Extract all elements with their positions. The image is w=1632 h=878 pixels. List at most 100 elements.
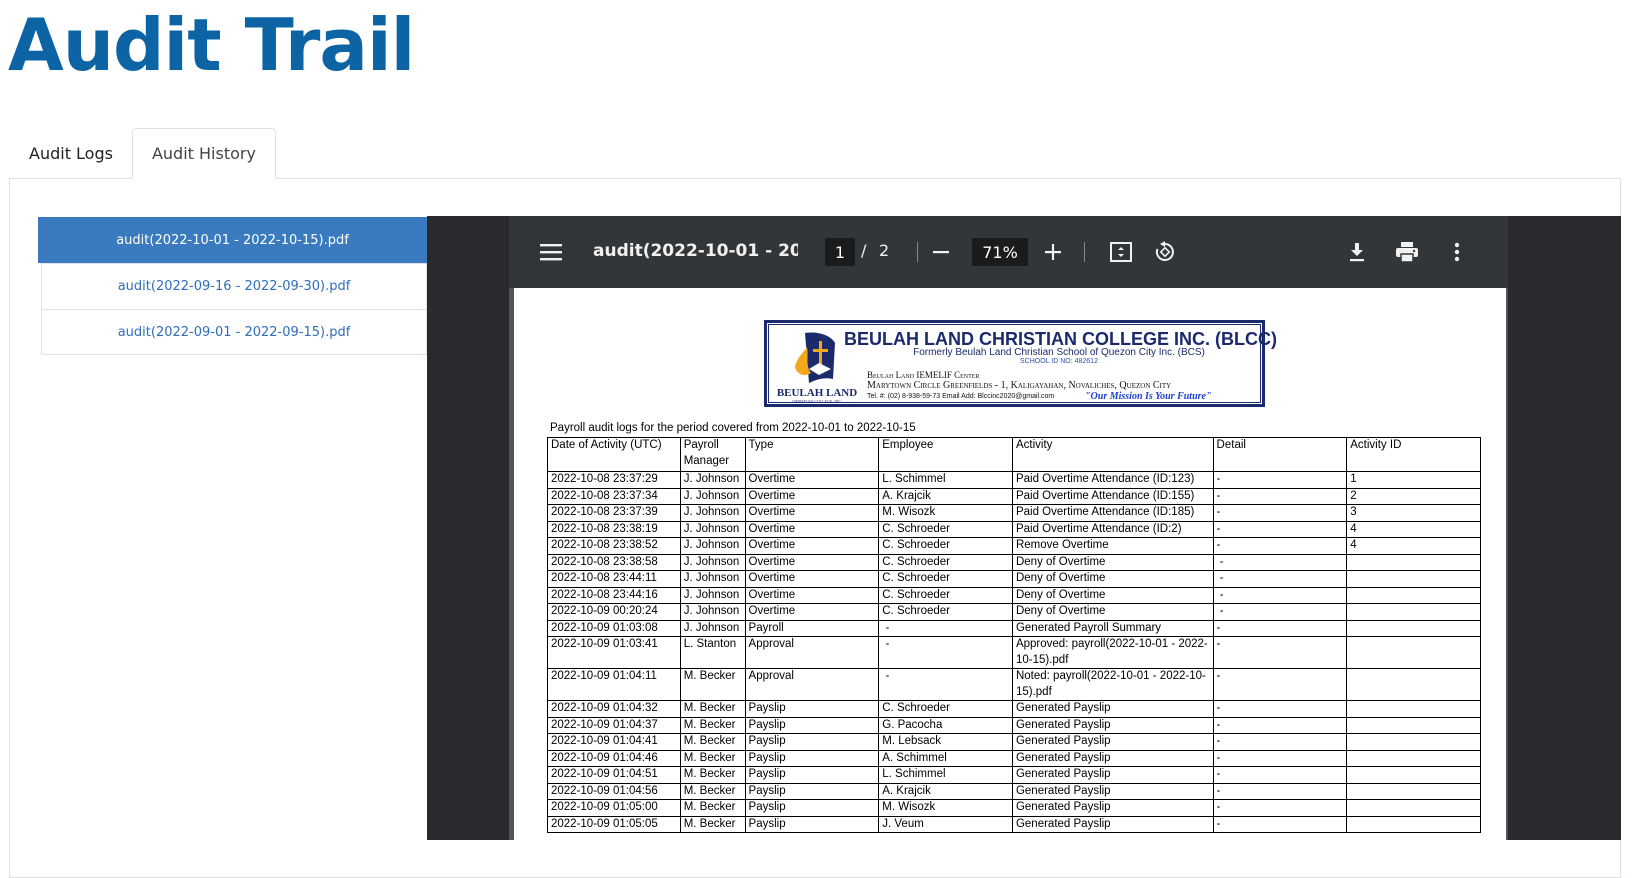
table-cell (1346, 603, 1481, 621)
report-caption: Payroll audit logs for the period covere… (550, 422, 916, 434)
table-cell: - (1212, 749, 1348, 767)
letterhead: BEULAH LAND CHRISTIAN COLLEGE, INC. BEUL… (764, 320, 1277, 407)
table-cell: J. Johnson (679, 520, 746, 538)
table-cell: - (878, 636, 1013, 669)
pdf-page: BEULAH LAND CHRISTIAN COLLEGE, INC. BEUL… (514, 288, 1506, 840)
tab-audit-history[interactable]: Audit History (131, 128, 276, 179)
menu-icon[interactable] (537, 238, 565, 266)
fit-page-icon[interactable] (1107, 238, 1135, 266)
file-item-2022-09-01[interactable]: audit(2022-09-01 - 2022-09-15).pdf (41, 309, 427, 355)
table-cell: G. Pacocha (878, 716, 1013, 734)
table-row: 2022-10-09 01:04:56 M. Becker Payslip A. Kr… (547, 782, 1481, 800)
zoom-in-icon[interactable] (1039, 238, 1067, 266)
table-cell: Generated Payroll Summary (1011, 619, 1214, 637)
table-cell: M. Becker (679, 668, 746, 701)
print-icon[interactable] (1393, 238, 1421, 266)
table-cell: M. Lebsack (878, 733, 1013, 751)
table-cell (1346, 733, 1481, 751)
column-header: Employee (878, 437, 1013, 472)
table-cell: C. Schroeder (878, 537, 1013, 555)
table-cell: - (1212, 700, 1348, 718)
table-cell (1346, 636, 1481, 669)
table-cell: - (1212, 603, 1348, 621)
table-cell: 2022-10-09 01:04:37 (547, 716, 681, 734)
table-cell: A. Schimmel (878, 749, 1013, 767)
table-cell: Deny of Overtime (1011, 553, 1214, 571)
table-cell: Deny of Overtime (1011, 570, 1214, 588)
tab-bar: Audit Logs Audit History (10, 128, 276, 179)
table-cell: Payslip (744, 733, 880, 751)
table-cell: C. Schroeder (878, 520, 1013, 538)
table-cell: 2022-10-09 01:04:51 (547, 766, 681, 784)
table-cell: Generated Payslip (1011, 782, 1214, 800)
table-row: 2022-10-09 01:04:11 M. Becker Approval - No… (547, 668, 1481, 701)
table-cell: 2022-10-09 01:05:05 (547, 815, 681, 833)
download-icon[interactable] (1343, 238, 1371, 266)
table-cell: Overtime (744, 520, 880, 538)
table-cell: Paid Overtime Attendance (ID:2) (1011, 520, 1214, 538)
zoom-out-icon[interactable] (927, 238, 955, 266)
table-cell: J. Johnson (679, 537, 746, 555)
table-cell: Payslip (744, 782, 880, 800)
table-cell (1346, 799, 1481, 817)
table-cell: A. Krajcik (878, 782, 1013, 800)
table-cell: J. Johnson (679, 504, 746, 522)
table-cell: 2022-10-09 01:04:32 (547, 700, 681, 718)
table-cell: Overtime (744, 487, 880, 505)
toolbar-divider (1084, 242, 1085, 262)
table-cell: - (1212, 766, 1348, 784)
table-cell: C. Schroeder (878, 586, 1013, 604)
college-contact: Tel. #: (02) 8-938-59-73 Email Add: Blcc… (867, 393, 1055, 400)
table-cell: - (1212, 668, 1348, 701)
table-cell (1346, 815, 1481, 833)
file-item-2022-09-16[interactable]: audit(2022-09-16 - 2022-09-30).pdf (41, 263, 427, 309)
table-cell: Overtime (744, 553, 880, 571)
table-row: 2022-10-09 01:04:37 M. Becker Payslip G. Pa… (547, 716, 1481, 734)
table-cell: Generated Payslip (1011, 716, 1214, 734)
rotate-icon[interactable] (1151, 238, 1179, 266)
table-cell: - (1212, 782, 1348, 800)
table-cell: 2 (1346, 487, 1481, 505)
table-cell: M. Becker (679, 733, 746, 751)
school-id: SCHOOL ID NO: 482612 (1020, 358, 1098, 365)
college-former-name: Formerly Beulah Land Christian School of… (913, 347, 1205, 358)
table-cell: - (878, 668, 1013, 701)
table-cell: Deny of Overtime (1011, 603, 1214, 621)
table-cell: Generated Payslip (1011, 700, 1214, 718)
table-cell: Generated Payslip (1011, 733, 1214, 751)
table-cell: - (1212, 716, 1348, 734)
table-row: 2022-10-09 01:03:08 J. Johnson Payroll - Ge… (547, 619, 1481, 637)
table-cell: - (878, 619, 1013, 637)
table-cell: Approved: payroll(2022-10-01 - 2022-10-1… (1011, 636, 1214, 669)
table-cell: J. Johnson (679, 553, 746, 571)
table-cell: Approval (744, 636, 880, 669)
table-cell: 2022-10-08 23:38:19 (547, 520, 681, 538)
table-row: 2022-10-08 23:44:11 J. Johnson Overtime C. … (547, 570, 1481, 588)
college-motto: "Our Mission Is Your Future" (1085, 391, 1212, 402)
table-cell (1346, 766, 1481, 784)
table-row: 2022-10-08 23:37:29 J. Johnson Overtime L. … (547, 471, 1481, 489)
table-cell: C. Schroeder (878, 570, 1013, 588)
table-cell (1346, 668, 1481, 701)
table-cell: Payroll (744, 619, 880, 637)
zoom-input[interactable]: 71% (972, 238, 1028, 266)
pdf-viewer-canvas: audit(2022-10-01 - 2022... 1 / 2 71% (509, 216, 1508, 840)
table-cell: Payslip (744, 815, 880, 833)
more-vert-icon[interactable] (1443, 238, 1471, 266)
page-number-input[interactable]: 1 (825, 238, 855, 266)
table-row: 2022-10-09 01:03:41 L. Stanton Approval -A… (547, 636, 1481, 669)
table-row: 2022-10-08 23:38:52 J. Johnson Overtime C. … (547, 537, 1481, 555)
file-item-2022-10-01[interactable]: audit(2022-10-01 - 2022-10-15).pdf (38, 217, 427, 263)
table-cell: 2022-10-09 01:03:41 (547, 636, 681, 669)
table-cell: Noted: payroll(2022-10-01 - 2022-10-15).… (1011, 668, 1214, 701)
table-cell: Overtime (744, 471, 880, 489)
table-cell: Payslip (744, 766, 880, 784)
table-cell: - (1212, 733, 1348, 751)
table-cell: M. Becker (679, 716, 746, 734)
table-cell: - (1212, 520, 1348, 538)
table-row: 2022-10-09 01:04:51 M. Becker Payslip L. Sc… (547, 766, 1481, 784)
table-cell: 2022-10-08 23:37:34 (547, 487, 681, 505)
table-cell: M. Becker (679, 815, 746, 833)
table-cell: M. Becker (679, 782, 746, 800)
tab-audit-logs[interactable]: Audit Logs (10, 128, 132, 179)
